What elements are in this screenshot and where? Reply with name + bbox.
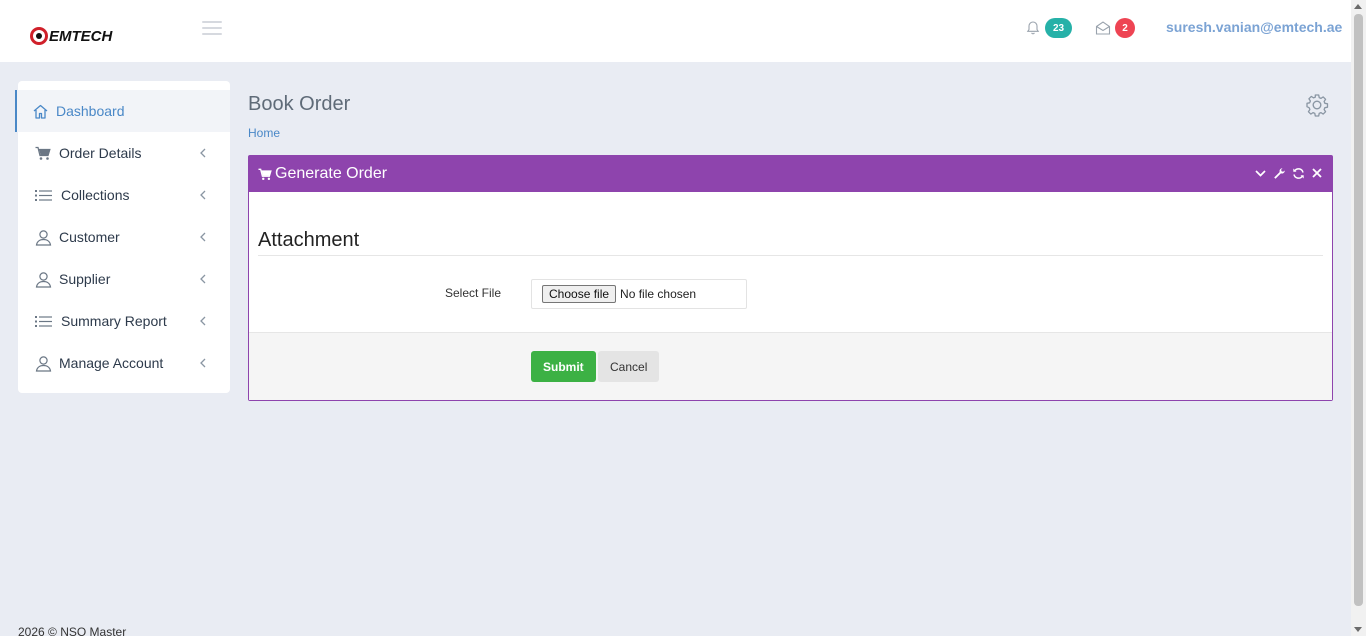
emtech-logo[interactable]: EMTECH bbox=[30, 27, 112, 45]
top-header: EMTECH 23 2 suresh.vanian@emtech.ae bbox=[0, 0, 1351, 62]
select-file-label: Select File bbox=[445, 286, 502, 300]
sidebar-toggle-button[interactable] bbox=[202, 21, 222, 35]
chevron-left-icon bbox=[200, 190, 206, 200]
close-button[interactable] bbox=[1310, 166, 1324, 180]
list-icon bbox=[34, 312, 52, 330]
form-actions: Submit Cancel bbox=[249, 332, 1332, 400]
cancel-button[interactable]: Cancel bbox=[598, 351, 660, 382]
cart-icon bbox=[34, 144, 52, 162]
choose-file-button[interactable]: Choose file bbox=[542, 285, 617, 303]
breadcrumb-home-link[interactable]: Home bbox=[248, 126, 280, 140]
sidebar-item-label: Customer bbox=[59, 229, 120, 245]
sidebar-item-label: Supplier bbox=[59, 271, 111, 287]
sidebar-item-dashboard[interactable]: Dashboard bbox=[15, 90, 230, 132]
wrench-icon bbox=[1273, 167, 1285, 179]
page-scrollbar[interactable] bbox=[1351, 0, 1366, 636]
user-menu-link[interactable]: suresh.vanian@emtech.ae bbox=[1166, 19, 1342, 35]
list-icon bbox=[34, 186, 52, 204]
sidebar-item-summary-report[interactable]: Summary Report bbox=[18, 300, 230, 342]
generate-order-panel: Generate Order Attachment Select File Ch… bbox=[248, 155, 1333, 401]
notifications-button[interactable]: 23 bbox=[1025, 18, 1072, 38]
chevron-left-icon bbox=[200, 358, 206, 368]
collapse-button[interactable] bbox=[1253, 166, 1267, 180]
refresh-icon bbox=[1292, 167, 1304, 179]
sidebar-item-label: Summary Report bbox=[61, 313, 167, 329]
home-icon bbox=[31, 102, 49, 120]
scroll-down-arrow-icon[interactable] bbox=[1354, 627, 1362, 632]
gear-icon[interactable] bbox=[1305, 93, 1329, 117]
sidebar-item-order-details[interactable]: Order Details bbox=[18, 132, 230, 174]
chevron-left-icon bbox=[200, 148, 206, 158]
messages-badge: 2 bbox=[1115, 18, 1135, 38]
section-title: Attachment bbox=[258, 229, 360, 251]
sidebar-item-collections[interactable]: Collections bbox=[18, 174, 230, 216]
sidebar-item-supplier[interactable]: Supplier bbox=[18, 258, 230, 300]
sidebar-item-label: Dashboard bbox=[56, 103, 125, 119]
envelope-open-icon bbox=[1095, 21, 1111, 35]
submit-button[interactable]: Submit bbox=[531, 351, 596, 382]
scroll-thumb[interactable] bbox=[1354, 14, 1363, 606]
footer-copyright: 2026 © NSO Master bbox=[18, 625, 127, 636]
logo-text: EMTECH bbox=[49, 27, 113, 45]
user-icon bbox=[34, 270, 52, 288]
messages-button[interactable]: 2 bbox=[1095, 18, 1135, 38]
cart-icon bbox=[258, 168, 272, 180]
chevron-left-icon bbox=[200, 274, 206, 284]
sidebar-item-label: Manage Account bbox=[59, 355, 164, 371]
logo-mark-icon bbox=[30, 27, 48, 45]
bell-icon bbox=[1026, 21, 1040, 35]
sidebar-item-label: Order Details bbox=[59, 145, 142, 161]
sidebar-nav: Dashboard Order Details Collections Cust… bbox=[15, 81, 230, 393]
user-icon bbox=[34, 354, 52, 372]
page-title: Book Order bbox=[248, 93, 351, 115]
reload-button[interactable] bbox=[1291, 166, 1305, 180]
scroll-up-arrow-icon[interactable] bbox=[1354, 4, 1362, 9]
chevron-left-icon bbox=[200, 316, 206, 326]
sidebar-item-manage-account[interactable]: Manage Account bbox=[18, 342, 230, 384]
chevron-left-icon bbox=[200, 232, 206, 242]
close-icon bbox=[1312, 168, 1322, 178]
panel-title: Generate Order bbox=[275, 165, 388, 182]
file-input[interactable]: Choose file No file chosen bbox=[531, 279, 747, 309]
sidebar-item-customer[interactable]: Customer bbox=[18, 216, 230, 258]
sidebar-item-label: Collections bbox=[61, 187, 130, 203]
file-status-text: No file chosen bbox=[620, 287, 697, 301]
panel-tools bbox=[1253, 166, 1324, 180]
panel-header: Generate Order bbox=[249, 156, 1332, 192]
user-icon bbox=[34, 228, 52, 246]
notifications-badge: 23 bbox=[1045, 18, 1072, 38]
section-divider bbox=[258, 255, 1323, 256]
settings-wrench-button[interactable] bbox=[1272, 166, 1286, 180]
chevron-down-icon bbox=[1254, 169, 1266, 177]
